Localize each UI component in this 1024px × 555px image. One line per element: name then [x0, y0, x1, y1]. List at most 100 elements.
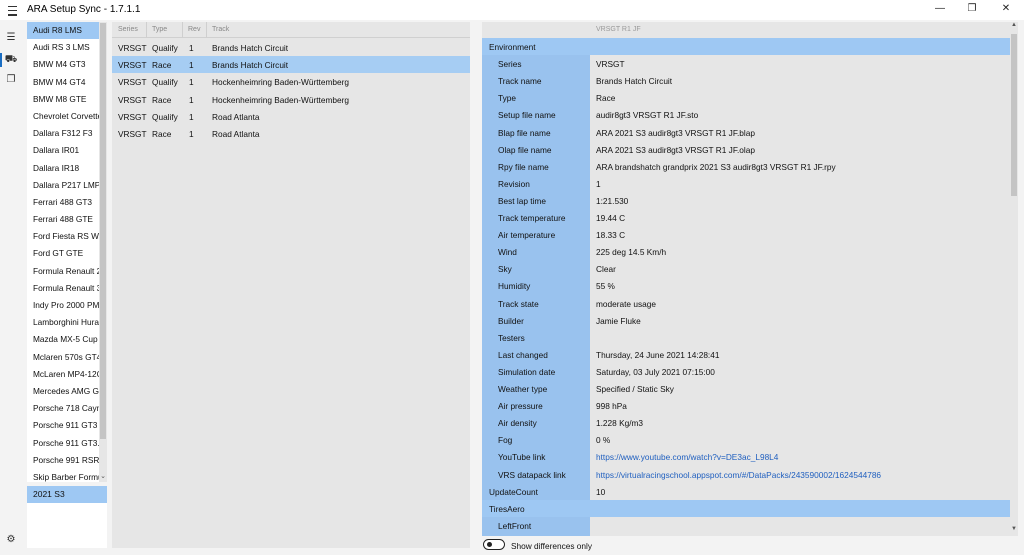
property-value: Brands Hatch Circuit — [596, 76, 673, 87]
setup-detail-panel: VRSGT R1 JF Environment Series VRSGT Track … — [482, 22, 1018, 536]
property-name: Blap file name — [498, 127, 551, 138]
property-value: audir8gt3 VRSGT R1 JF.sto — [596, 110, 699, 121]
header-rev[interactable]: Rev — [188, 26, 200, 33]
detail-scroll-thumb[interactable] — [1011, 34, 1017, 196]
car-list-item[interactable]: Mercedes AMG GT3 — [27, 383, 107, 400]
cell-series: VRSGT — [118, 111, 147, 122]
scroll-down-icon[interactable]: ⌄ — [99, 472, 107, 482]
property-row[interactable]: Last changed Thursday, 24 June 2021 14:28… — [482, 346, 1010, 363]
car-list-item[interactable]: Indy Pro 2000 PM-1 — [27, 297, 107, 314]
car-list-item[interactable]: Mclaren 570s GT4 — [27, 349, 107, 366]
car-list-item[interactable]: Ferrari 488 GTE — [27, 211, 107, 228]
scroll-down-icon[interactable]: ▼ — [1010, 526, 1018, 536]
car-list-item[interactable]: Chevrolet Corvette C — [27, 108, 107, 125]
table-row[interactable]: VRSGT Race 1 Brands Hatch Circuit — [112, 56, 470, 74]
property-row[interactable]: YouTube link https://www.youtube.com/watc… — [482, 448, 1010, 465]
header-type[interactable]: Type — [152, 26, 167, 33]
car-list-item[interactable]: Dallara P217 LMP2 — [27, 177, 107, 194]
property-row[interactable]: Track state moderate usage — [482, 295, 1010, 312]
property-row[interactable]: Humidity 55 % — [482, 277, 1010, 294]
property-row[interactable]: Testers — [482, 329, 1010, 346]
list-icon[interactable]: ☰ — [3, 30, 19, 46]
property-name: Fog — [498, 435, 513, 446]
car-list-item[interactable]: Porsche 991 RSR — [27, 452, 107, 469]
cell-type: Qualify — [152, 43, 178, 53]
header-series[interactable]: Series — [118, 26, 138, 33]
section-row[interactable]: Environment — [482, 38, 1010, 56]
restore-button[interactable]: ❐ — [958, 0, 986, 20]
car-list-item[interactable]: McLaren MP4-12C G — [27, 366, 107, 383]
table-row[interactable]: VRSGT Race 1 Road Atlanta — [112, 125, 470, 142]
close-button[interactable]: ✕ — [992, 0, 1020, 20]
property-row[interactable]: Type Race — [482, 89, 1010, 106]
car-list-item[interactable]: BMW M8 GTE — [27, 91, 107, 108]
property-row[interactable]: Simulation date Saturday, 03 July 2021 07… — [482, 363, 1010, 380]
property-row[interactable]: Sky Clear — [482, 260, 1010, 277]
car-list-item[interactable]: Dallara IR01 — [27, 142, 107, 159]
copy-icon[interactable]: ❐ — [3, 72, 19, 88]
property-name: Air temperature — [498, 230, 556, 241]
property-row[interactable]: Air pressure 998 hPa — [482, 397, 1010, 414]
car-list-item[interactable]: Formula Renault 3.5 — [27, 280, 107, 297]
version-list-item[interactable]: 2021 S3 — [27, 486, 107, 503]
property-row[interactable]: Best lap time 1:21.530 — [482, 192, 1010, 209]
property-row[interactable]: Air density 1.228 Kg/m3 — [482, 414, 1010, 431]
property-row[interactable]: Series VRSGT — [482, 55, 1010, 72]
cell-type: Race — [152, 129, 172, 139]
property-row[interactable]: Fog 0 % — [482, 431, 1010, 448]
property-row[interactable]: LeftFront — [482, 517, 1010, 534]
detail-scrollbar[interactable]: ▲ ▼ — [1010, 22, 1018, 536]
property-row[interactable]: Builder Jamie Fluke — [482, 312, 1010, 329]
car-list-item[interactable]: Skip Barber Formula — [27, 469, 107, 482]
cell-type: Qualify — [152, 111, 178, 122]
property-row[interactable]: Air temperature 18.33 C — [482, 226, 1010, 243]
property-row[interactable]: Weather type Specified / Static Sky — [482, 380, 1010, 397]
car-list-item[interactable]: Audi R8 LMS — [27, 22, 107, 40]
property-link[interactable]: https://virtualracingschool.appspot.com/… — [596, 470, 881, 480]
car-icon[interactable]: ⛟ — [3, 52, 19, 68]
property-row[interactable]: VRS datapack link https://virtualracingsc… — [482, 466, 1010, 483]
property-value: ARA brandshatch grandprix 2021 S3 audir8… — [596, 161, 836, 172]
cell-track: Hockenheimring Baden-Württemberg — [212, 94, 349, 105]
gear-icon[interactable]: ⚙ — [3, 532, 19, 548]
car-list-item[interactable]: Audi RS 3 LMS — [27, 39, 107, 56]
car-list-item[interactable]: Dallara F312 F3 — [27, 125, 107, 142]
property-row[interactable]: Revision 1 — [482, 175, 1010, 192]
car-list-item[interactable]: Porsche 911 GT3.R — [27, 435, 107, 452]
property-value: Saturday, 03 July 2021 07:15:00 — [596, 366, 715, 377]
car-list-item[interactable]: Formula Renault 2.0 — [27, 263, 107, 280]
car-list-item[interactable]: Porsche 718 Caymar — [27, 400, 107, 417]
table-row[interactable]: VRSGT Qualify 1 Brands Hatch Circuit — [112, 39, 470, 56]
section-row[interactable]: TiresAero — [482, 499, 1010, 517]
car-list-scrollbar[interactable]: ⌄ — [99, 22, 107, 482]
car-list-item[interactable]: BMW M4 GT4 — [27, 74, 107, 91]
scroll-up-icon[interactable]: ▲ — [1010, 22, 1018, 32]
property-row[interactable]: Track name Brands Hatch Circuit — [482, 72, 1010, 89]
hamburger-menu-icon[interactable] — [4, 2, 20, 18]
car-list-item[interactable]: Dallara IR18 — [27, 160, 107, 177]
table-row[interactable]: VRSGT Qualify 1 Hockenheimring Baden-Württe… — [112, 73, 470, 90]
header-track[interactable]: Track — [212, 26, 229, 33]
property-row[interactable]: UpdateCount 10 — [482, 483, 1010, 500]
car-list-scroll-thumb[interactable] — [100, 23, 106, 439]
car-list-item[interactable]: Lamborghini Huraca — [27, 314, 107, 331]
nav-rail: ☰ ⛟ ❐ ⚙ — [0, 20, 22, 555]
table-row[interactable]: VRSGT Qualify 1 Road Atlanta — [112, 108, 470, 125]
car-list-item[interactable]: BMW M4 GT3 — [27, 56, 107, 73]
property-row[interactable]: Olap file name ARA 2021 S3 audir8gt3 VRSG… — [482, 141, 1010, 158]
property-row[interactable]: Rpy file name ARA brandshatch grandprix 2… — [482, 158, 1010, 175]
car-list-item[interactable]: Ford Fiesta RS WRC — [27, 228, 107, 245]
minimize-button[interactable]: — — [926, 0, 954, 20]
show-differences-toggle[interactable] — [483, 539, 505, 550]
property-row[interactable]: Setup file name audir8gt3 VRSGT R1 JF.sto — [482, 106, 1010, 123]
car-list-item[interactable]: Ford GT GTE — [27, 245, 107, 262]
car-list-item[interactable]: Ferrari 488 GT3 — [27, 194, 107, 211]
property-row[interactable]: Wind 225 deg 14.5 Km/h — [482, 243, 1010, 260]
table-row[interactable]: VRSGT Race 1 Hockenheimring Baden-Württembe… — [112, 91, 470, 108]
property-row[interactable]: Blap file name ARA 2021 S3 audir8gt3 VRSG… — [482, 124, 1010, 141]
cell-series: VRSGT — [118, 43, 147, 53]
car-list-item[interactable]: Mazda MX-5 Cup — [27, 331, 107, 348]
car-list-item[interactable]: Porsche 911 GT3 Cu — [27, 417, 107, 434]
property-link[interactable]: https://www.youtube.com/watch?v=DE3ac_L9… — [596, 452, 778, 462]
property-row[interactable]: Track temperature 19.44 C — [482, 209, 1010, 226]
